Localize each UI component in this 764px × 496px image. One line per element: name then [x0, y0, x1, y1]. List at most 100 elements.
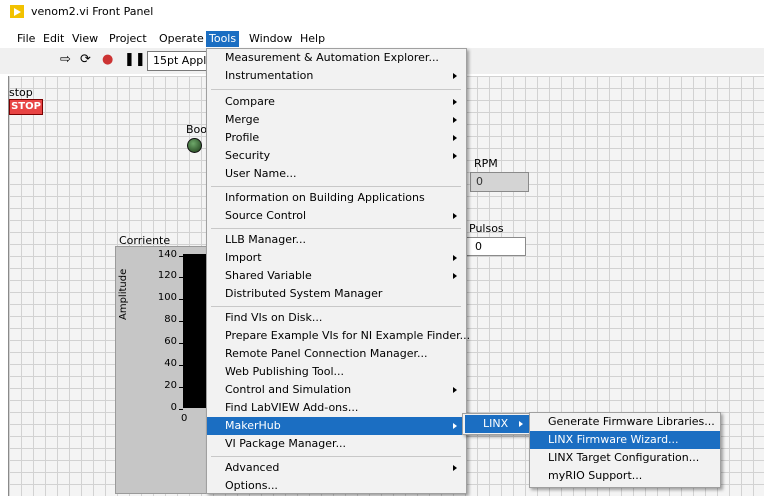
menu-item-source-control[interactable]: Source Control: [207, 207, 466, 225]
linx-submenu: Generate Firmware Libraries... LINX Firm…: [529, 412, 721, 488]
stop-button[interactable]: STOP: [9, 99, 43, 115]
y-tick-label: 140: [157, 249, 177, 260]
rpm-label: RPM: [474, 157, 498, 170]
menu-item-compare[interactable]: Compare: [207, 93, 466, 111]
x-tick-label: 0: [181, 413, 188, 424]
y-tick-mark: [179, 256, 183, 257]
menu-help[interactable]: Help: [297, 31, 328, 47]
menu-item-linx-target-configuration[interactable]: LINX Target Configuration...: [530, 449, 720, 467]
menu-item-label: Information on Building Applications: [225, 191, 425, 204]
y-tick-mark: [179, 365, 183, 366]
menu-item-label: Security: [225, 149, 271, 162]
menu-item-label: Remote Panel Connection Manager...: [225, 347, 428, 360]
y-tick-mark: [179, 409, 183, 410]
menu-file[interactable]: File: [14, 31, 38, 47]
menu-bar: File Edit View Project Operate Tools Win…: [0, 31, 764, 47]
menu-item-remote-panel-connection-manager[interactable]: Remote Panel Connection Manager...: [207, 345, 466, 363]
menu-item-advanced[interactable]: Advanced: [207, 459, 466, 477]
submenu-arrow-icon: [453, 153, 457, 159]
submenu-arrow-icon: [453, 255, 457, 261]
menu-item-label: LINX Firmware Wizard...: [548, 433, 679, 446]
submenu-arrow-icon: [519, 421, 523, 427]
menu-item-label: Web Publishing Tool...: [225, 365, 345, 378]
menu-item-measurement-automation-explorer[interactable]: Measurement & Automation Explorer...: [207, 49, 466, 67]
menu-item-find-labview-addons[interactable]: Find LabVIEW Add-ons...: [207, 399, 466, 417]
font-selector[interactable]: 15pt Applic: [147, 51, 214, 71]
submenu-arrow-icon: [453, 273, 457, 279]
menu-item-label: Find VIs on Disk...: [225, 311, 323, 324]
run-arrow-icon[interactable]: ⇨: [60, 53, 71, 67]
menu-item-distributed-system-manager[interactable]: Distributed System Manager: [207, 285, 466, 303]
menu-item-shared-variable[interactable]: Shared Variable: [207, 267, 466, 285]
menu-item-myrio-support[interactable]: myRIO Support...: [530, 467, 720, 485]
stop-label: stop: [9, 86, 33, 99]
y-tick-mark: [179, 299, 183, 300]
y-tick-mark: [179, 343, 183, 344]
menu-item-label: User Name...: [225, 167, 297, 180]
menu-item-llb-manager[interactable]: LLB Manager...: [207, 231, 466, 249]
boolean-label: Boo: [186, 123, 208, 136]
submenu-arrow-icon: [453, 99, 457, 105]
menu-item-options[interactable]: Options...: [207, 477, 466, 495]
menu-item-vi-package-manager[interactable]: VI Package Manager...: [207, 435, 466, 453]
menu-item-label: Instrumentation: [225, 69, 314, 82]
menu-item-control-and-simulation[interactable]: Control and Simulation: [207, 381, 466, 399]
menu-item-merge[interactable]: Merge: [207, 111, 466, 129]
abort-icon[interactable]: ●: [102, 53, 113, 67]
menu-item-label: Find LabVIEW Add-ons...: [225, 401, 359, 414]
menu-project[interactable]: Project: [106, 31, 150, 47]
submenu-arrow-icon: [453, 135, 457, 141]
menu-edit[interactable]: Edit: [40, 31, 67, 47]
menu-separator: [211, 186, 461, 187]
menu-item-label: LINX Target Configuration...: [548, 451, 700, 464]
pause-icon[interactable]: ❚❚: [124, 53, 146, 67]
submenu-arrow-icon: [453, 117, 457, 123]
menu-item-label: Profile: [225, 131, 260, 144]
submenu-arrow-icon: [453, 387, 457, 393]
title-bar: venom2.vi Front Panel: [0, 0, 764, 22]
menu-item-label: VI Package Manager...: [225, 437, 347, 450]
pulsos-control[interactable]: 0: [464, 237, 526, 256]
menu-item-find-vis-on-disk[interactable]: Find VIs on Disk...: [207, 309, 466, 327]
menu-item-security[interactable]: Security: [207, 147, 466, 165]
led-indicator: [187, 138, 202, 153]
menu-item-linx[interactable]: LINX: [465, 415, 529, 433]
menu-item-makerhub[interactable]: MakerHub: [207, 417, 466, 435]
menu-item-info-building-applications[interactable]: Information on Building Applications: [207, 189, 466, 207]
submenu-arrow-icon: [453, 465, 457, 471]
menu-item-instrumentation[interactable]: Instrumentation: [207, 67, 466, 85]
menu-item-label: MakerHub: [225, 419, 281, 432]
menu-item-generate-firmware-libraries[interactable]: Generate Firmware Libraries...: [530, 413, 720, 431]
menu-item-import[interactable]: Import: [207, 249, 466, 267]
menu-item-label: Generate Firmware Libraries...: [548, 415, 715, 428]
menu-item-label: Source Control: [225, 209, 307, 222]
menu-item-web-publishing-tool[interactable]: Web Publishing Tool...: [207, 363, 466, 381]
menu-separator: [211, 306, 461, 307]
menu-window[interactable]: Window: [246, 31, 295, 47]
menu-item-label: Distributed System Manager: [225, 287, 383, 300]
menu-item-label: Advanced: [225, 461, 280, 474]
submenu-arrow-icon: [453, 423, 457, 429]
menu-item-label: Control and Simulation: [225, 383, 352, 396]
run-continuously-icon[interactable]: ⟳: [80, 53, 91, 67]
menu-item-profile[interactable]: Profile: [207, 129, 466, 147]
menu-item-label: LINX: [483, 417, 509, 430]
makerhub-submenu: LINX: [462, 413, 532, 435]
rpm-indicator: 0: [470, 172, 529, 192]
chart-plot-area: [183, 254, 207, 408]
menu-item-prepare-example-vis[interactable]: Prepare Example VIs for NI Example Finde…: [207, 327, 470, 345]
menu-item-label: Merge: [225, 113, 260, 126]
pulsos-label: Pulsos: [469, 222, 504, 235]
menu-item-label: Shared Variable: [225, 269, 312, 282]
menu-item-linx-firmware-wizard[interactable]: LINX Firmware Wizard...: [530, 431, 720, 449]
menu-separator: [211, 89, 461, 90]
menu-view[interactable]: View: [69, 31, 101, 47]
menu-separator: [211, 456, 461, 457]
y-tick-label: 40: [164, 358, 177, 369]
menu-operate[interactable]: Operate: [156, 31, 207, 47]
menu-tools[interactable]: Tools: [206, 31, 240, 47]
y-tick-mark: [179, 387, 183, 388]
menu-item-user-name[interactable]: User Name...: [207, 165, 466, 183]
submenu-arrow-icon: [453, 73, 457, 79]
y-tick-label: 60: [164, 336, 177, 347]
